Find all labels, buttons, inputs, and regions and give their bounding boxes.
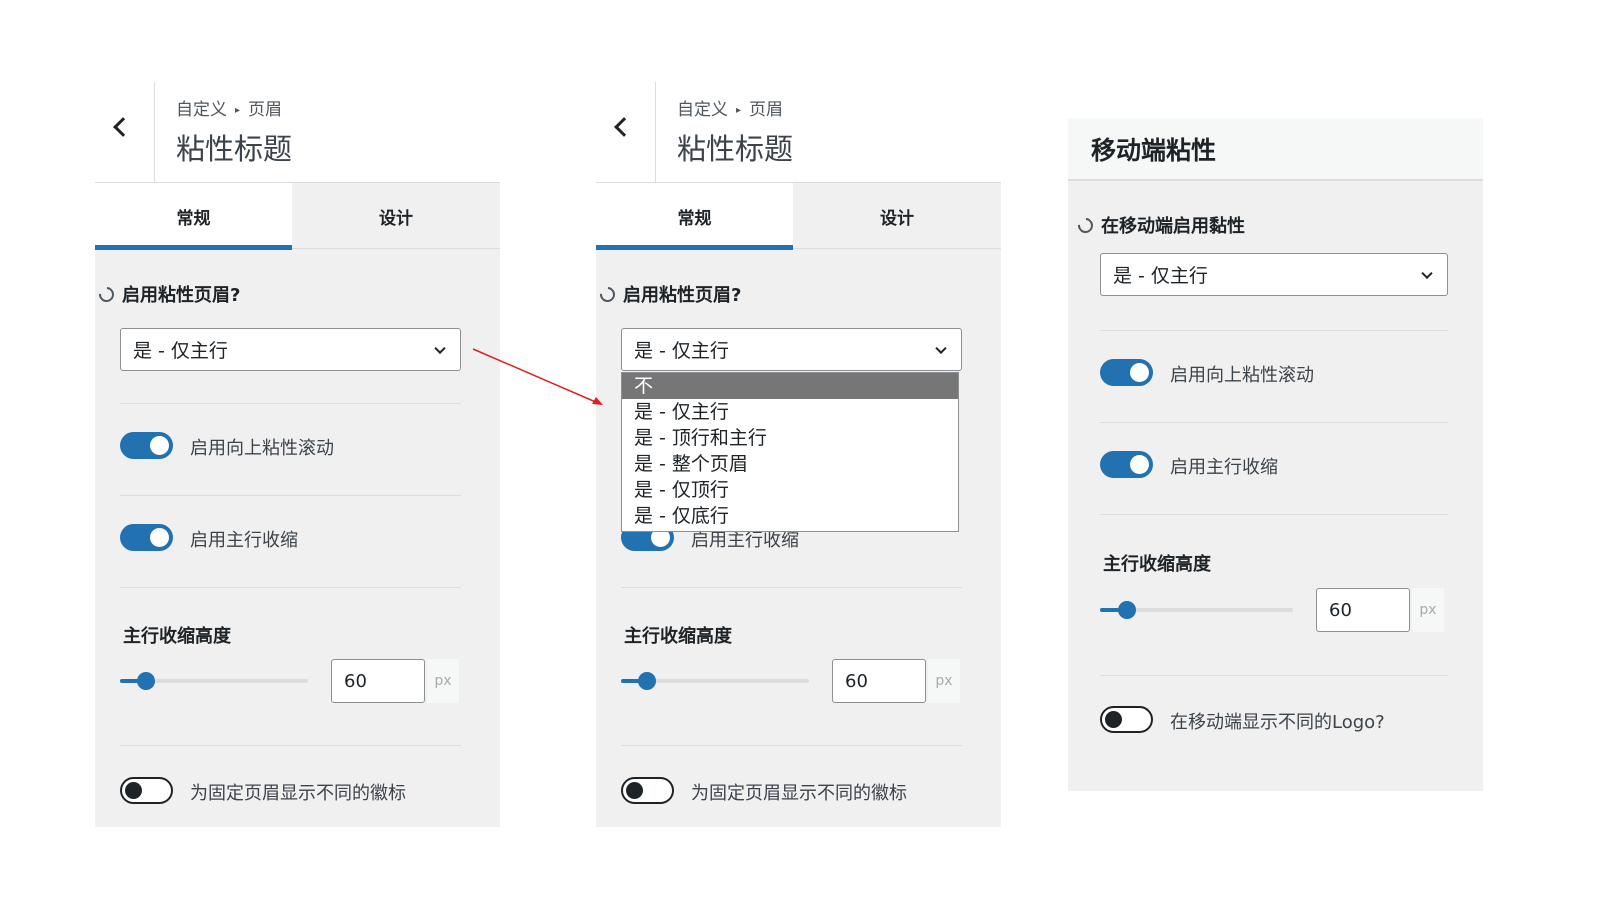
divider [1100, 675, 1448, 676]
shrink-height-title: 主行收缩高度 [624, 626, 732, 647]
fixed-header-logo-label: 为固定页眉显示不同的徽标 [190, 783, 406, 804]
shrink-height-title: 主行收缩高度 [123, 626, 231, 647]
shrink-height-input[interactable]: 60 [331, 659, 425, 703]
divider [120, 495, 461, 496]
sticky-header-select-value: 是 - 仅主行 [133, 340, 228, 362]
sticky-header-select-value: 是 - 仅主行 [634, 340, 729, 362]
panel-header: 自定义 ▸ 页眉 粘性标题 [95, 82, 500, 183]
fixed-header-logo-label: 为固定页眉显示不同的徽标 [691, 783, 907, 804]
mobile-sticky-setting-label: 在移动端启用黏性 [1074, 212, 1245, 238]
shrink-height-input[interactable]: 60 [1316, 588, 1410, 632]
chevron-down-icon [434, 342, 446, 354]
toggle-knob [1130, 455, 1149, 474]
shrink-height-slider[interactable] [120, 672, 308, 690]
sticky-scroll-up-label: 启用向上粘性滚动 [1170, 365, 1314, 386]
breadcrumb-arrow-icon: ▸ [235, 105, 241, 116]
sticky-header-select[interactable]: 是 - 仅主行 [621, 328, 962, 371]
divider [1100, 330, 1448, 331]
breadcrumb: 自定义 ▸ 页眉 [176, 95, 282, 120]
slider-thumb[interactable] [638, 672, 657, 690]
panel-title: 移动端粘性 [1091, 136, 1217, 165]
mobile-logo-toggle[interactable] [1100, 706, 1153, 733]
dropdown-option[interactable]: 不 [622, 373, 958, 399]
page-title: 粘性标题 [677, 132, 794, 166]
mobile-logo-label: 在移动端显示不同的Logo? [1170, 712, 1385, 733]
tab-bar: 常规 设计 [596, 183, 1001, 250]
divider [120, 587, 461, 588]
reset-icon[interactable] [1074, 214, 1097, 236]
panel-header: 自定义 ▸ 页眉 粘性标题 [596, 82, 1001, 183]
divider [1100, 514, 1448, 515]
breadcrumb-parent: 页眉 [248, 100, 283, 120]
page-title: 粘性标题 [176, 132, 293, 166]
shrink-height-input[interactable]: 60 [832, 659, 926, 703]
tab-bar: 常规 设计 [95, 183, 500, 250]
shrink-height-slider[interactable] [1100, 601, 1293, 619]
sticky-scroll-up-toggle[interactable] [120, 432, 173, 459]
shrink-height-slider[interactable] [621, 672, 809, 690]
sticky-scroll-up-toggle[interactable] [1100, 359, 1153, 386]
unit-label: px [427, 659, 459, 703]
toggle-knob [1105, 711, 1122, 728]
main-row-shrink-toggle[interactable] [1100, 451, 1153, 478]
reset-icon[interactable] [95, 283, 118, 305]
tab-general[interactable]: 常规 [95, 183, 292, 250]
panel-header: 移动端粘性 [1068, 118, 1483, 181]
dropdown-option[interactable]: 是 - 顶行和主行 [622, 425, 958, 451]
toggle-knob [150, 436, 169, 455]
tab-general[interactable]: 常规 [596, 183, 793, 250]
shrink-height-title: 主行收缩高度 [1103, 554, 1211, 575]
divider [621, 587, 962, 588]
unit-label: px [928, 659, 960, 703]
reset-icon[interactable] [596, 283, 619, 305]
dropdown-option[interactable]: 是 - 仅主行 [622, 399, 958, 425]
sticky-scroll-up-label: 启用向上粘性滚动 [190, 438, 334, 459]
mobile-sticky-select-value: 是 - 仅主行 [1113, 265, 1208, 287]
sticky-header-setting-label: 启用粘性页眉? [95, 281, 241, 307]
sticky-header-label-text: 启用粘性页眉? [623, 285, 742, 306]
fixed-header-logo-toggle[interactable] [120, 777, 173, 804]
breadcrumb-parent: 页眉 [749, 100, 784, 120]
divider [1100, 422, 1448, 423]
sticky-header-label-text: 启用粘性页眉? [122, 285, 241, 306]
sticky-header-select[interactable]: 是 - 仅主行 [120, 328, 461, 371]
main-row-shrink-label: 启用主行收缩 [190, 530, 298, 551]
chevron-left-icon [113, 117, 133, 137]
breadcrumb: 自定义 ▸ 页眉 [677, 95, 783, 120]
toggle-knob [626, 782, 643, 799]
toggle-knob [150, 528, 169, 547]
tab-design[interactable]: 设计 [793, 183, 1001, 249]
divider [120, 745, 461, 746]
toggle-knob [125, 782, 142, 799]
slider-thumb[interactable] [1118, 601, 1137, 619]
slider-thumb[interactable] [137, 672, 156, 690]
back-button[interactable] [95, 82, 155, 182]
mobile-sticky-label-text: 在移动端启用黏性 [1101, 216, 1245, 237]
tab-design[interactable]: 设计 [292, 183, 500, 249]
divider [621, 745, 962, 746]
dropdown-option[interactable]: 是 - 仅底行 [622, 503, 958, 529]
chevron-left-icon [614, 117, 634, 137]
unit-label: px [1412, 588, 1444, 632]
back-button[interactable] [596, 82, 656, 182]
sticky-header-dropdown-list: 不 是 - 仅主行 是 - 顶行和主行 是 - 整个页眉 是 - 仅顶行 是 -… [621, 372, 959, 532]
dropdown-option[interactable]: 是 - 仅顶行 [622, 477, 958, 503]
fixed-header-logo-toggle[interactable] [621, 777, 674, 804]
breadcrumb-root: 自定义 [677, 100, 728, 120]
breadcrumb-arrow-icon: ▸ [736, 105, 742, 116]
breadcrumb-root: 自定义 [176, 100, 227, 120]
chevron-down-icon [1421, 267, 1433, 279]
customizer-panel-left: 自定义 ▸ 页眉 粘性标题 常规 设计 启用粘性页眉? 是 - 仅主行 启用向上粘性… [95, 82, 500, 827]
chevron-down-icon [935, 342, 947, 354]
main-row-shrink-toggle[interactable] [120, 524, 173, 551]
toggle-knob [1130, 363, 1149, 382]
dropdown-option[interactable]: 是 - 整个页眉 [622, 451, 958, 477]
mobile-sticky-panel: 移动端粘性 在移动端启用黏性 是 - 仅主行 启用向上粘性滚动 启用主行收缩 主… [1068, 118, 1483, 791]
mobile-sticky-select[interactable]: 是 - 仅主行 [1100, 253, 1448, 296]
divider [120, 403, 461, 404]
main-row-shrink-label: 启用主行收缩 [1170, 457, 1278, 478]
sticky-header-setting-label: 启用粘性页眉? [596, 281, 742, 307]
